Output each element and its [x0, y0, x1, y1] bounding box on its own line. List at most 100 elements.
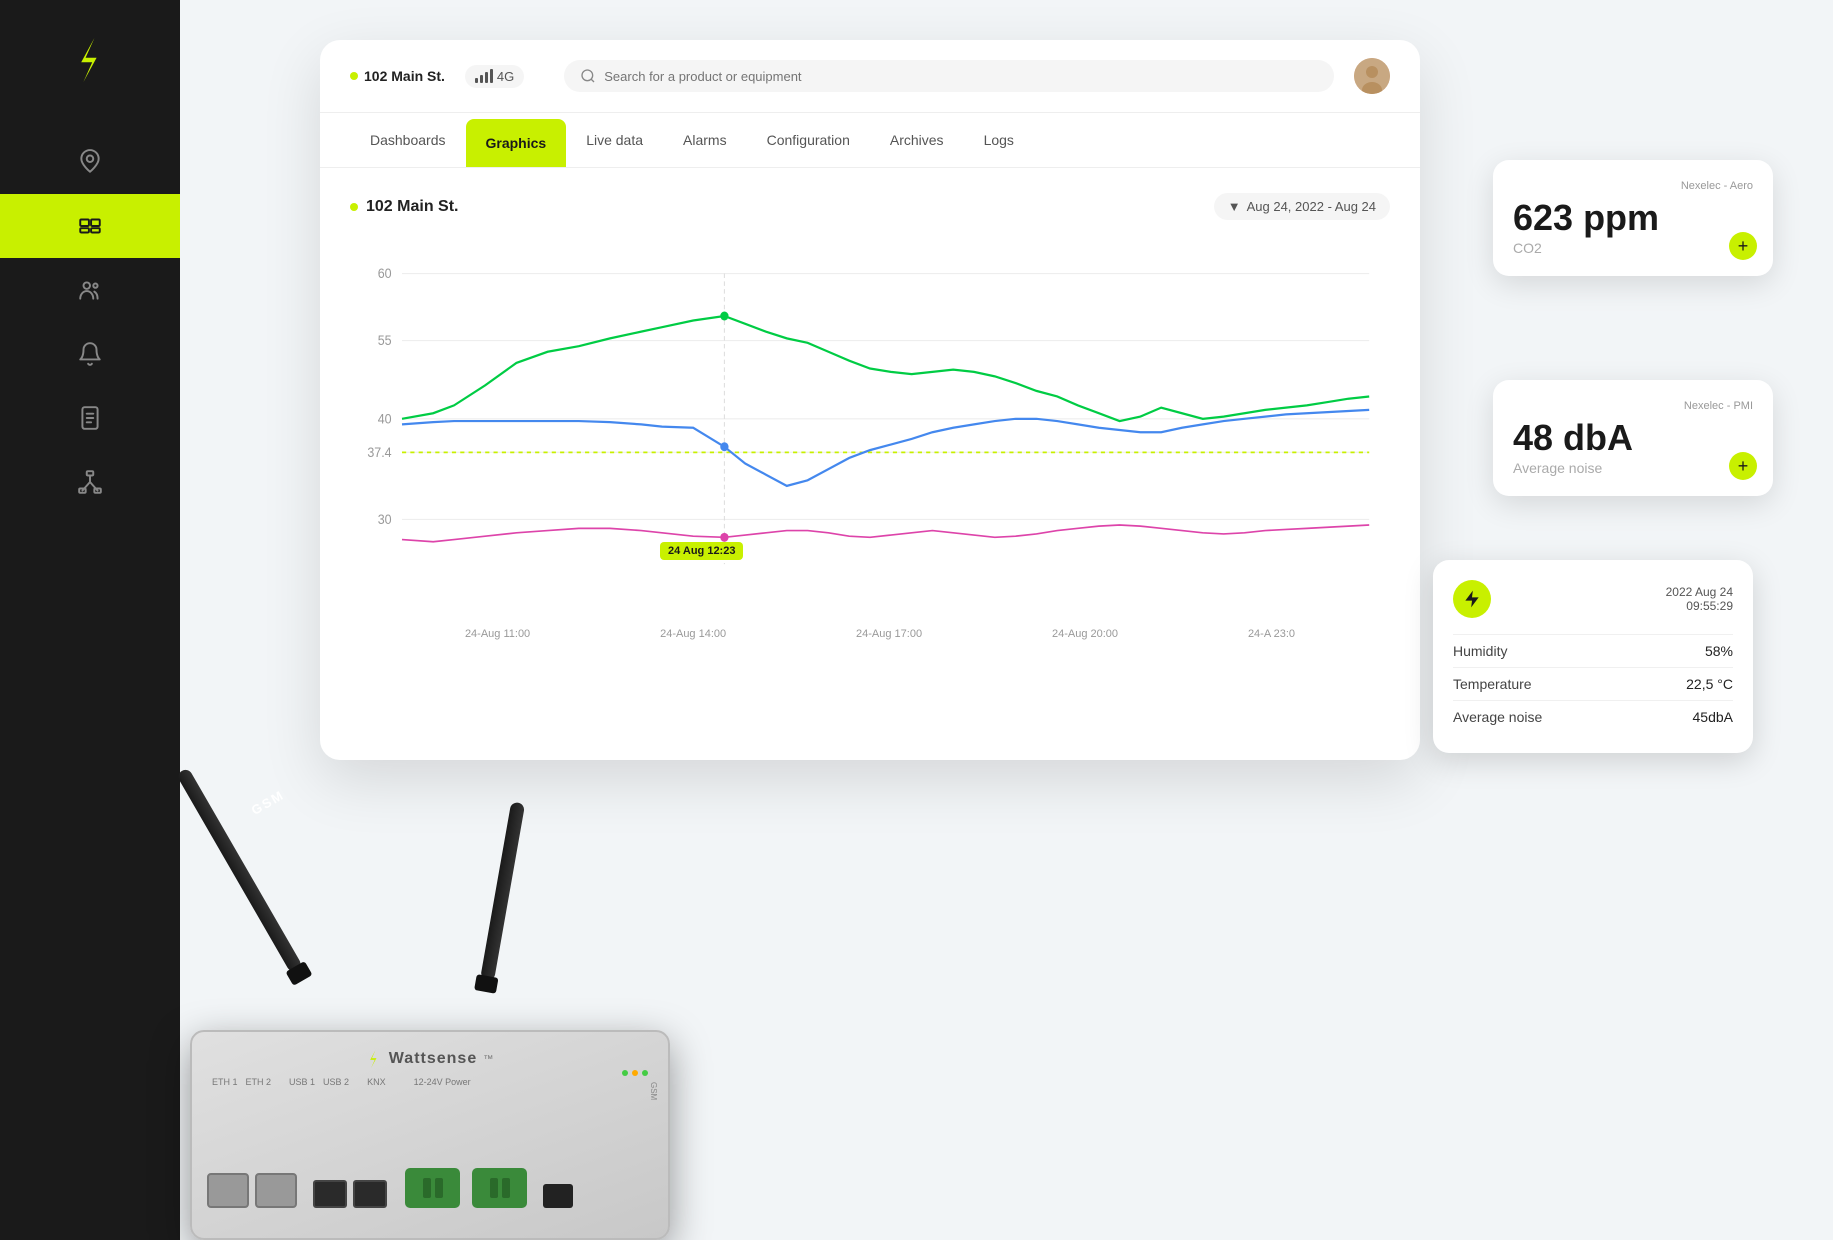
- search-icon: [580, 68, 596, 84]
- chart-header: 102 Main St. ▼ Aug 24, 2022 - Aug 24: [350, 193, 1390, 220]
- tab-live-data[interactable]: Live data: [566, 116, 663, 164]
- black-connector: [543, 1184, 573, 1208]
- popup-row-humidity: Humidity 58%: [1453, 634, 1733, 667]
- date-range-label: Aug 24, 2022 - Aug 24: [1247, 199, 1376, 214]
- antenna-right-base: [474, 974, 498, 994]
- dashboard-card: 102 Main St. 4G: [320, 40, 1420, 760]
- led-green-2: [642, 1070, 648, 1076]
- device-brand-name: Wattsense: [389, 1050, 477, 1068]
- sidebar-item-people[interactable]: [0, 258, 180, 322]
- popup-row-noise: Average noise 45dbA: [1453, 700, 1733, 733]
- nav-tabs: Dashboards Graphics Live data Alarms Con…: [320, 113, 1420, 168]
- signal-badge: 4G: [465, 65, 524, 88]
- noise-card-source: Nexelec - PMI: [1513, 400, 1753, 412]
- x-label-1: 24-Aug 11:00: [465, 628, 530, 640]
- co2-card: Nexelec - Aero 623 ppm CO2 +: [1493, 160, 1773, 276]
- people-icon: [77, 277, 103, 303]
- noise-card-value: 48 dbA: [1513, 420, 1753, 456]
- green-dot: [720, 312, 728, 321]
- dashboard-header: 102 Main St. 4G: [320, 40, 1420, 113]
- location-dot: [350, 72, 358, 80]
- svg-text:37.4: 37.4: [367, 444, 391, 460]
- led-green: [622, 1070, 628, 1076]
- co2-card-add-button[interactable]: +: [1729, 232, 1757, 260]
- tab-graphics[interactable]: Graphics: [466, 119, 567, 167]
- eth-port-1: [207, 1173, 249, 1208]
- tab-archives[interactable]: Archives: [870, 116, 964, 164]
- popup-time: 09:55:29: [1666, 599, 1733, 613]
- noise-card-add-button[interactable]: +: [1729, 452, 1757, 480]
- svg-text:40: 40: [378, 411, 392, 427]
- sidebar-item-alerts[interactable]: [0, 322, 180, 386]
- popup-bolt-icon: [1453, 580, 1491, 618]
- logo-bolt-icon: [68, 38, 112, 82]
- popup-row-temperature: Temperature 22,5 °C: [1453, 667, 1733, 700]
- sidebar: [0, 0, 180, 1240]
- blue-line: [402, 410, 1369, 486]
- tab-configuration[interactable]: Configuration: [747, 116, 870, 164]
- green-connectors: [405, 1168, 527, 1208]
- antenna-right: [480, 802, 525, 982]
- green-line: [402, 316, 1369, 421]
- svg-text:55: 55: [378, 333, 392, 349]
- popup-timestamp: 2022 Aug 24 09:55:29: [1666, 585, 1733, 613]
- x-axis-labels: 24-Aug 11:00 24-Aug 14:00 24-Aug 17:00 2…: [350, 620, 1390, 640]
- port-labels-top: ETH 1 ETH 2 USB 1 USB 2 KNX 12-24V Power: [212, 1077, 471, 1087]
- sidebar-item-location[interactable]: [0, 130, 180, 194]
- device-bolt-icon: [365, 1050, 383, 1068]
- usb-port-2: [353, 1180, 387, 1208]
- svg-text:60: 60: [378, 266, 392, 282]
- eth-ports: [207, 1173, 297, 1208]
- chart-svg: 60 55 40 37.4 30: [350, 240, 1390, 620]
- location-badge: 102 Main St.: [350, 68, 445, 84]
- date-range-picker[interactable]: ▼ Aug 24, 2022 - Aug 24: [1214, 193, 1390, 220]
- device-brand: Wattsense ™: [365, 1050, 495, 1068]
- location-name: 102 Main St.: [364, 68, 445, 84]
- bolt-svg: [1462, 589, 1482, 609]
- co2-card-source: Nexelec - Aero: [1513, 180, 1753, 192]
- popup-date: 2022 Aug 24: [1666, 585, 1733, 599]
- search-input[interactable]: [604, 69, 1318, 84]
- user-avatar: [1354, 58, 1390, 94]
- chart-tooltip: 24 Aug 12:23: [660, 542, 743, 560]
- chart-area: 102 Main St. ▼ Aug 24, 2022 - Aug 24: [320, 168, 1420, 665]
- popup-header: 2022 Aug 24 09:55:29: [1453, 580, 1733, 618]
- svg-text:30: 30: [378, 511, 392, 527]
- ports-row: [207, 1168, 573, 1208]
- chart-container: 60 55 40 37.4 30: [350, 240, 1390, 620]
- avatar: [1354, 58, 1390, 94]
- antenna-left-base: [285, 961, 312, 986]
- chart-title-text: 102 Main St.: [366, 198, 458, 216]
- antenna-gsm-label: GSM: [249, 787, 287, 818]
- sidebar-item-reports[interactable]: [0, 386, 180, 450]
- pink-line: [402, 525, 1369, 542]
- blue-dot: [720, 442, 728, 451]
- reports-icon: [77, 405, 103, 431]
- sidebar-item-network[interactable]: [0, 450, 180, 514]
- tab-logs[interactable]: Logs: [964, 116, 1034, 164]
- usb-ports: [313, 1180, 387, 1208]
- search-box[interactable]: [564, 60, 1334, 92]
- pink-dot: [720, 533, 728, 542]
- signal-label: 4G: [497, 69, 514, 84]
- bell-icon: [77, 341, 103, 367]
- noise-card: Nexelec - PMI 48 dbA Average noise +: [1493, 380, 1773, 496]
- data-popup: 2022 Aug 24 09:55:29 Humidity 58% Temper…: [1433, 560, 1753, 753]
- green-connector-1: [405, 1168, 460, 1208]
- led-yellow: [632, 1070, 638, 1076]
- eth-port-2: [255, 1173, 297, 1208]
- co2-card-label: CO2: [1513, 240, 1753, 256]
- usb-port-1: [313, 1180, 347, 1208]
- status-leds: [622, 1070, 648, 1076]
- chart-title: 102 Main St.: [350, 198, 458, 216]
- x-label-3: 24-Aug 17:00: [856, 628, 922, 640]
- tab-alarms[interactable]: Alarms: [663, 116, 747, 164]
- tab-dashboards[interactable]: Dashboards: [350, 116, 466, 164]
- x-label-2: 24-Aug 14:00: [660, 628, 726, 640]
- device-body: Wattsense ™ ETH 1 ETH 2 USB 1 USB 2 KNX …: [190, 1030, 670, 1240]
- logo: [60, 30, 120, 90]
- co2-card-value: 623 ppm: [1513, 200, 1753, 236]
- sidebar-item-devices[interactable]: [0, 194, 180, 258]
- x-label-5: 24-A 23:0: [1248, 628, 1295, 640]
- network-icon: [77, 469, 103, 495]
